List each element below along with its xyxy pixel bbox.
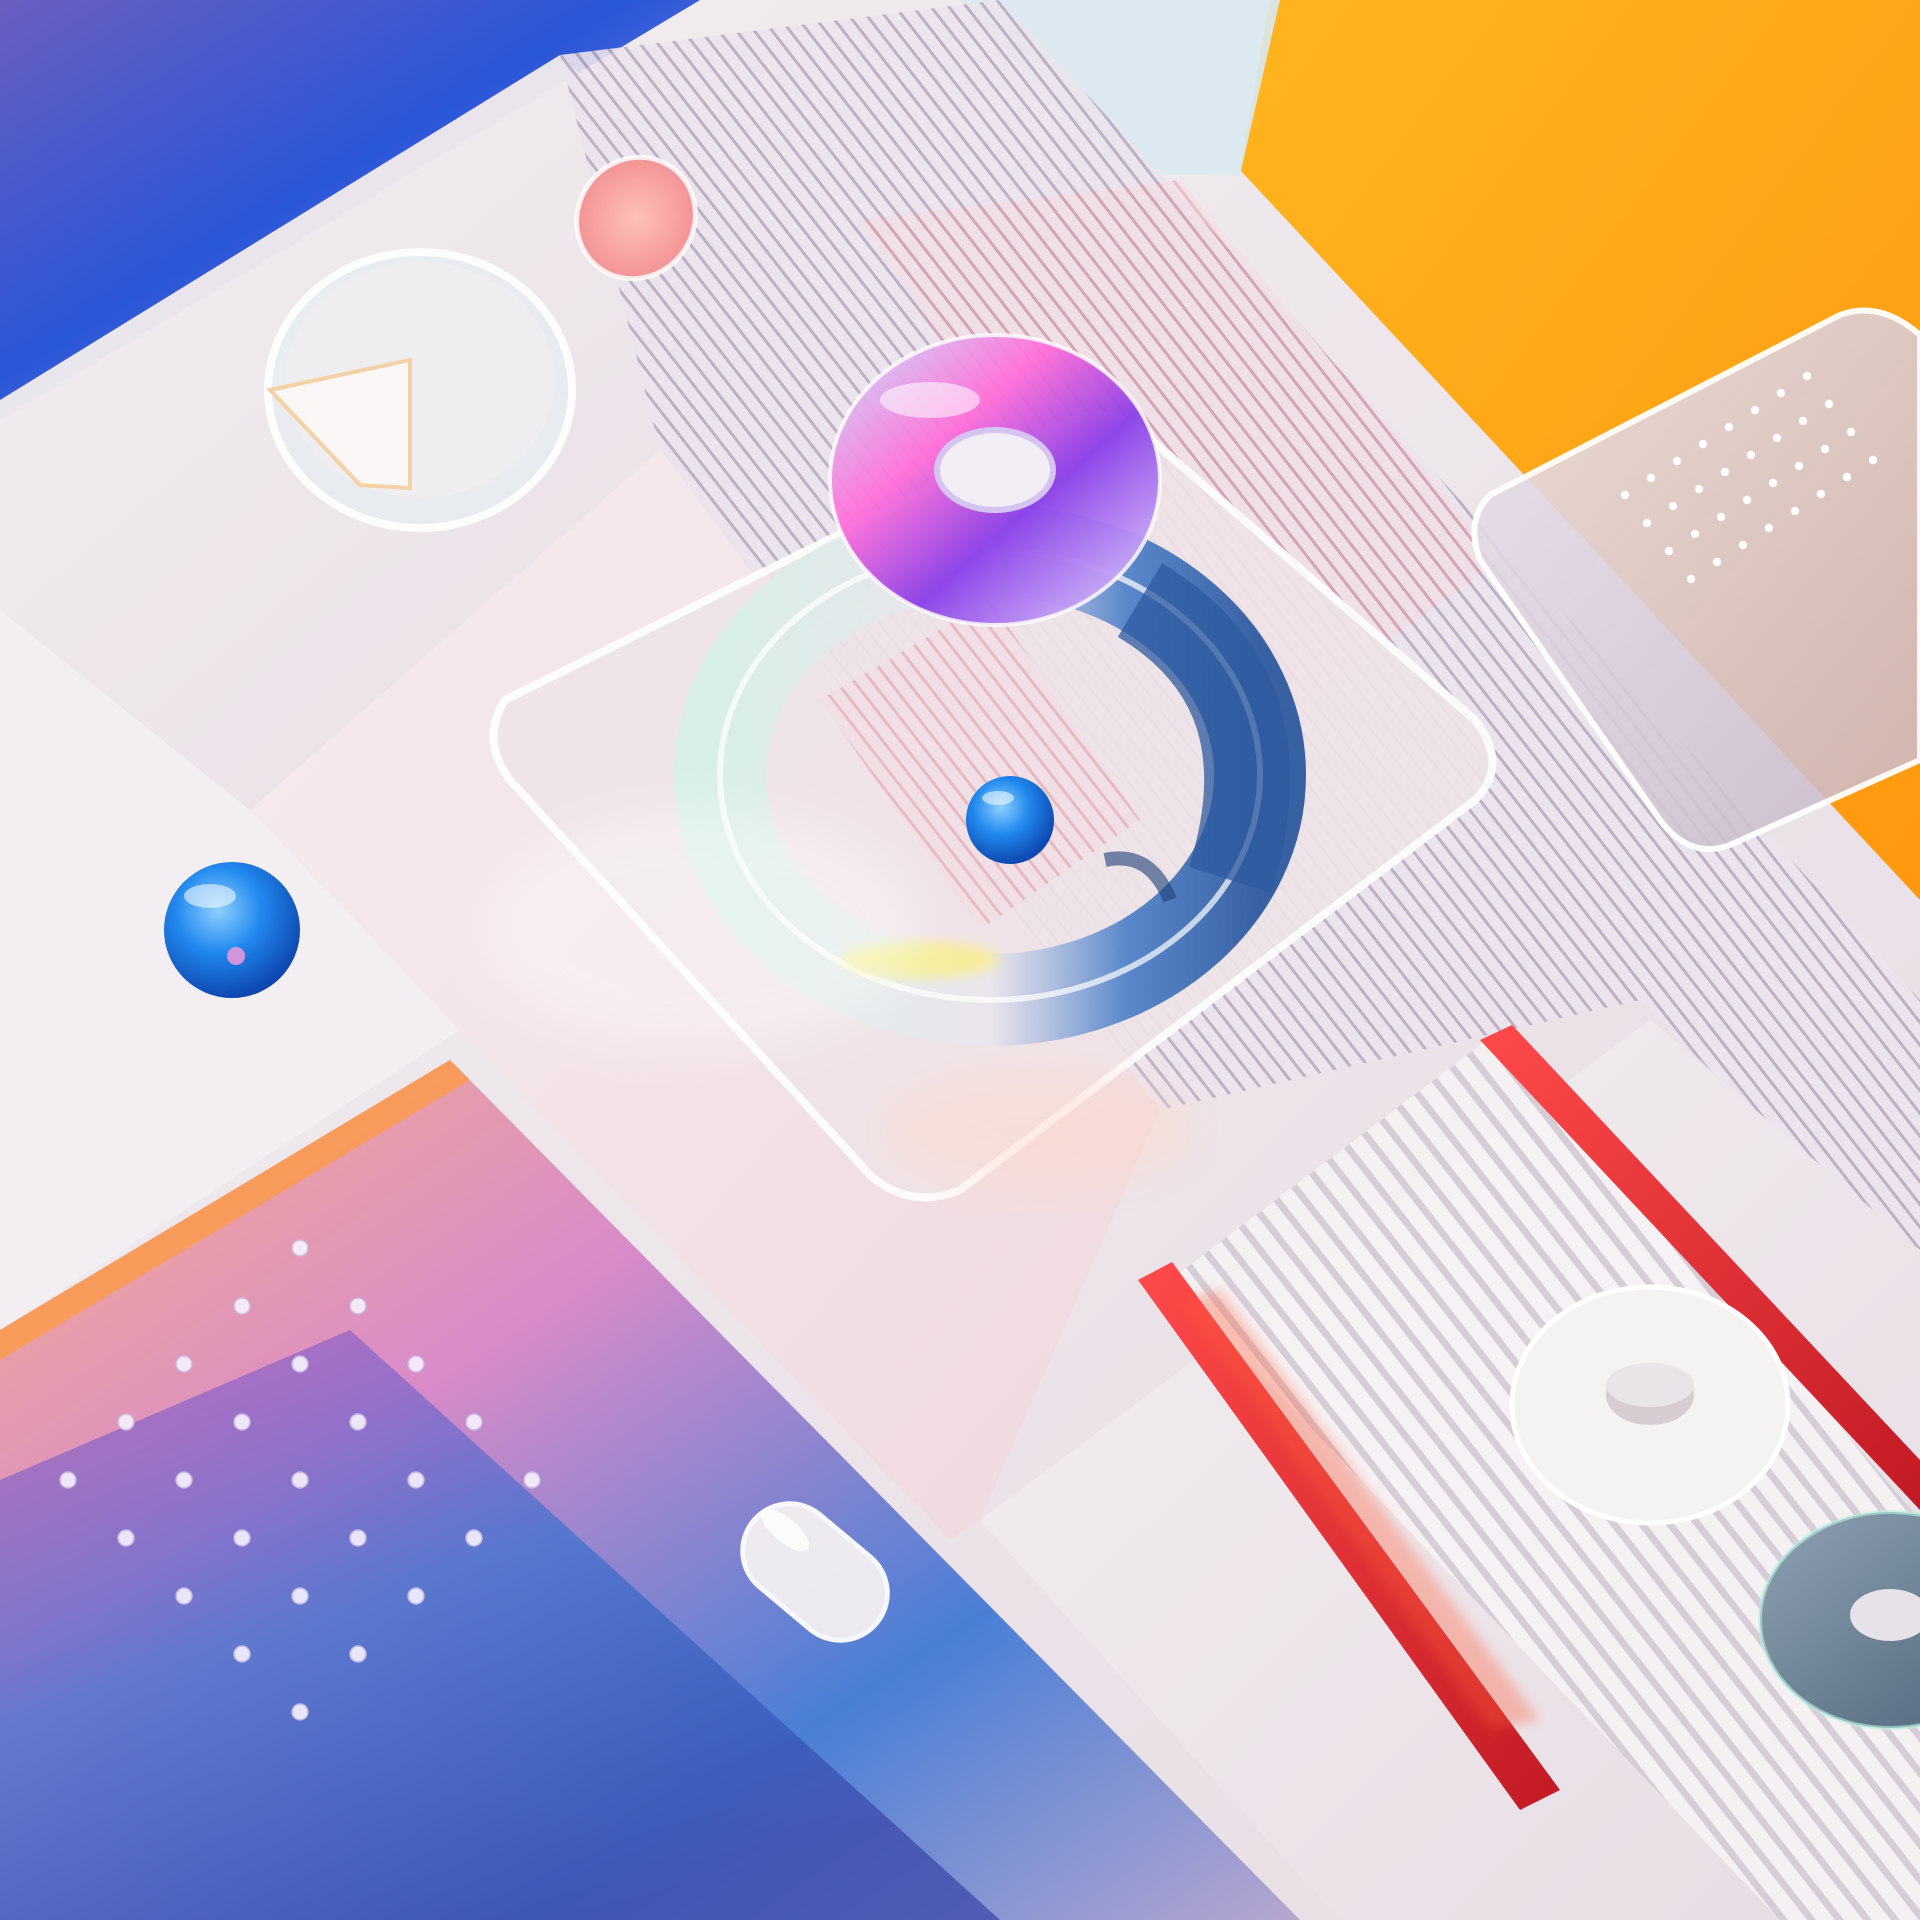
card-dot <box>1720 467 1730 477</box>
small-blue-sphere-icon <box>966 776 1054 864</box>
card-dot <box>1820 444 1830 454</box>
card-dot <box>1668 501 1678 511</box>
card-dot <box>1698 439 1708 449</box>
card-dot <box>1646 473 1656 483</box>
card-dot <box>1620 490 1630 500</box>
bead-dot <box>291 1239 309 1257</box>
bead-dot <box>117 1413 135 1431</box>
card-dot <box>1764 523 1774 533</box>
card-dot <box>1746 450 1756 460</box>
card-dot <box>1824 399 1834 409</box>
bead-dot <box>233 1413 251 1431</box>
light-glow <box>480 810 920 1050</box>
bead-dot <box>175 1587 193 1605</box>
scene-canvas <box>0 0 1920 1920</box>
frosted-donut-icon <box>1509 1284 1791 1526</box>
bead-dot <box>349 1645 367 1663</box>
bead-dot <box>117 1529 135 1547</box>
card-dot <box>1798 416 1808 426</box>
pie-chart-disc-icon <box>264 248 576 532</box>
bead-dot <box>175 1355 193 1373</box>
card-dot <box>1690 529 1700 539</box>
bead-dot <box>349 1297 367 1315</box>
card-dot <box>1694 484 1704 494</box>
card-dot <box>1716 512 1726 522</box>
card-dot <box>1686 574 1696 584</box>
card-dot <box>1794 461 1804 471</box>
card-dot <box>1842 472 1852 482</box>
card-dot <box>1868 455 1878 465</box>
card-dot <box>1790 506 1800 516</box>
bead-dot <box>291 1471 309 1489</box>
bead-dot <box>465 1413 483 1431</box>
iridescent-donut-icon <box>828 333 1162 627</box>
light-glow-warm <box>880 1070 1200 1190</box>
card-dot <box>1750 405 1760 415</box>
card-dot <box>1724 422 1734 432</box>
card-dot <box>1768 478 1778 488</box>
bead-dot <box>291 1703 309 1721</box>
card-dot <box>1816 489 1826 499</box>
bead-dot <box>233 1529 251 1547</box>
bead-dot <box>233 1645 251 1663</box>
blue-sphere-icon <box>164 862 300 998</box>
bead-dot <box>465 1529 483 1547</box>
card-dot <box>1742 495 1752 505</box>
bead-dot <box>407 1471 425 1489</box>
card-dot <box>1802 371 1812 381</box>
abstract-glass-scene <box>0 0 1920 1920</box>
bead-dot <box>233 1297 251 1315</box>
card-dot <box>1846 427 1856 437</box>
bead-dot <box>349 1413 367 1431</box>
bead-dot <box>407 1355 425 1373</box>
bead-dot <box>291 1355 309 1373</box>
card-dot <box>1672 456 1682 466</box>
bead-dot <box>59 1471 77 1489</box>
bead-dot <box>407 1587 425 1605</box>
card-dot <box>1642 518 1652 528</box>
card-dot <box>1738 540 1748 550</box>
card-dot <box>1776 388 1786 398</box>
bead-dot <box>175 1471 193 1489</box>
bead-dot <box>291 1587 309 1605</box>
bead-dot <box>349 1529 367 1547</box>
card-dot <box>1712 557 1722 567</box>
card-dot <box>1772 433 1782 443</box>
card-dot <box>1664 546 1674 556</box>
bead-dot <box>523 1471 541 1489</box>
